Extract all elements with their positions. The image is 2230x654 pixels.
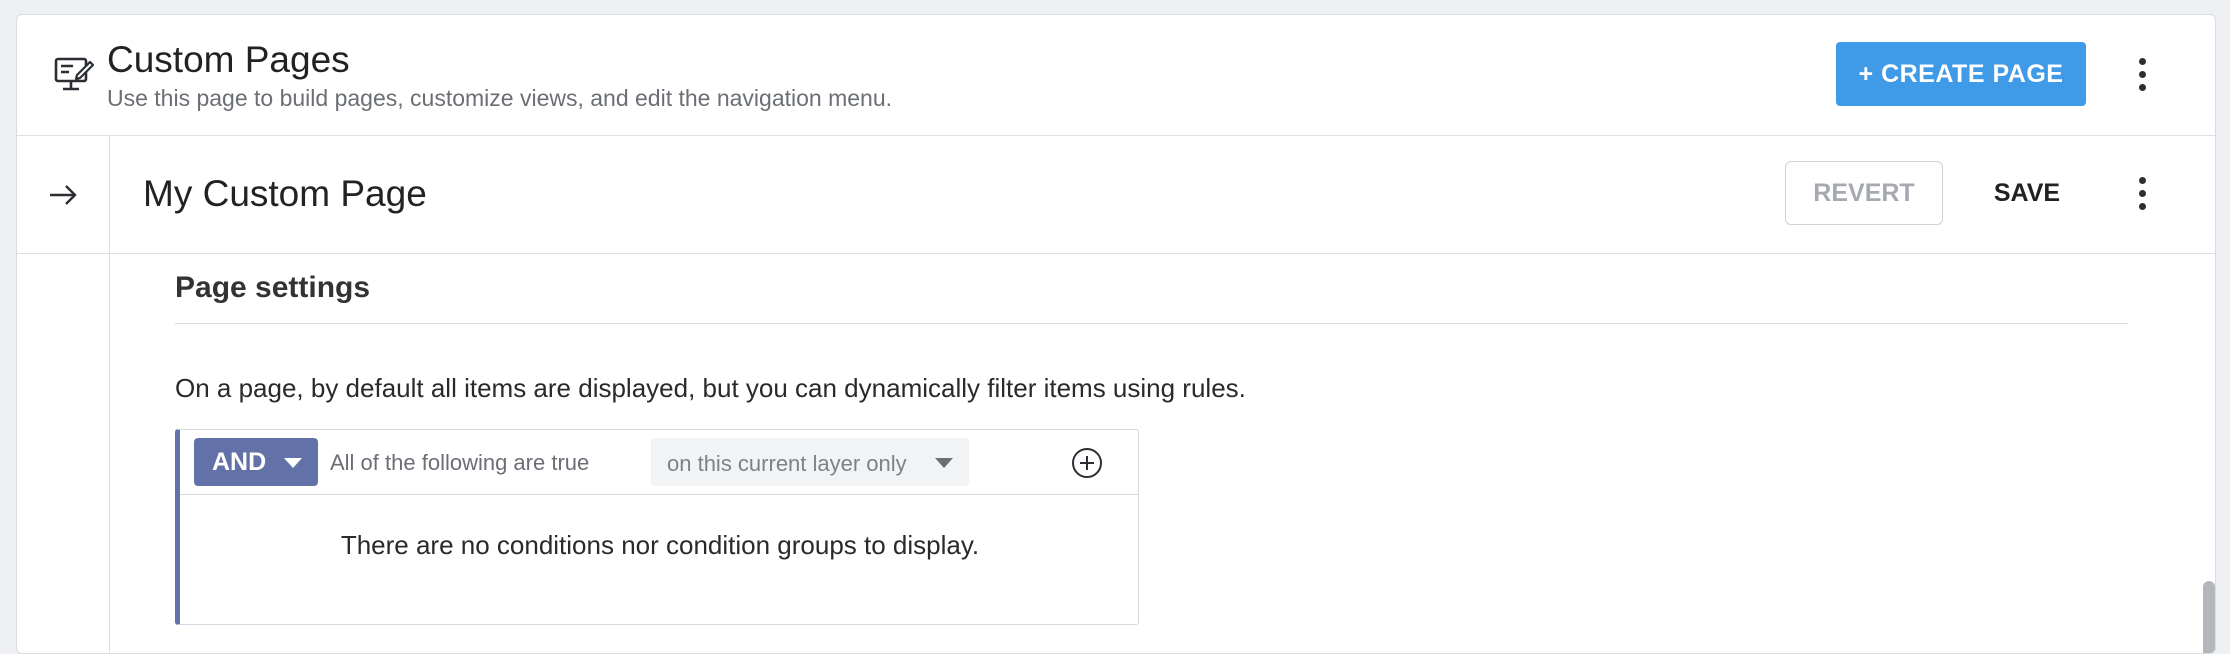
settings-description: On a page, by default all items are disp… <box>175 373 1246 403</box>
page-title: Custom Pages <box>107 39 350 80</box>
scrollbar-thumb[interactable] <box>2203 581 2215 653</box>
scope-dropdown[interactable]: on this current layer only <box>651 438 969 486</box>
save-button[interactable]: SAVE <box>1967 161 2087 225</box>
rule-description: All of the following are true <box>330 450 590 475</box>
monitor-edit-icon <box>54 57 95 91</box>
section-divider <box>175 323 2128 324</box>
caret-down-icon <box>284 458 302 468</box>
plus-circle-icon[interactable] <box>1071 447 1103 479</box>
page-bar: My Custom Page REVERT SAVE <box>17 135 2215 254</box>
revert-button[interactable]: REVERT <box>1785 161 1943 225</box>
scope-value: on this current layer only <box>667 451 907 476</box>
page-subtitle: Use this page to build pages, customize … <box>107 85 893 111</box>
rule-group: AND All of the following are true on thi… <box>175 429 1139 625</box>
more-vertical-icon[interactable] <box>2123 168 2163 218</box>
rule-group-header: AND All of the following are true on thi… <box>180 430 1138 495</box>
left-rail <box>17 135 110 653</box>
app-header: Custom Pages Use this page to build page… <box>17 15 2215 136</box>
empty-state-message: There are no conditions nor condition gr… <box>340 530 980 560</box>
caret-down-icon <box>935 458 953 468</box>
more-vertical-icon[interactable] <box>2123 49 2163 99</box>
arrow-right-icon[interactable] <box>45 177 81 213</box>
operator-label: AND <box>212 447 267 476</box>
custom-page-name: My Custom Page <box>143 173 427 214</box>
section-title: Page settings <box>175 271 371 304</box>
custom-pages-panel: Custom Pages Use this page to build page… <box>16 14 2216 654</box>
operator-dropdown[interactable]: AND <box>194 438 318 486</box>
create-page-button[interactable]: + CREATE PAGE <box>1836 42 2086 106</box>
